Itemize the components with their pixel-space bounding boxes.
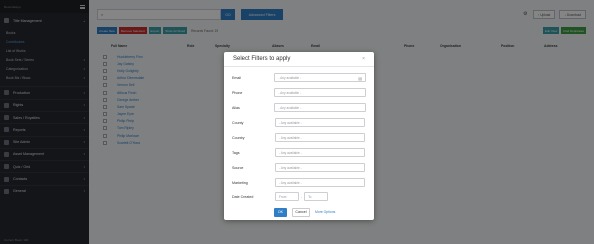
filter-row-county: County - Any available -	[232, 118, 366, 127]
county-filter-select[interactable]: - Any available -	[275, 118, 365, 127]
modal-header: Select Filters to apply ×	[224, 52, 374, 67]
filter-label-source: Source	[232, 165, 244, 170]
list-icon: ▤	[358, 76, 362, 81]
source-filter-select[interactable]: - Any available -	[275, 163, 365, 172]
modal-footer: OK Cancel More Options	[224, 206, 374, 218]
filter-label-email: Email	[232, 75, 241, 80]
filter-row-alias: Alias - Any available -	[232, 103, 366, 112]
filter-row-tags: Tags - Any available -	[232, 148, 366, 157]
filter-row-date-created: Date Created From - To	[232, 192, 366, 201]
tags-filter-select[interactable]: - Any available -	[275, 148, 365, 157]
filter-row-marketing: Marketing - Any available -	[232, 178, 366, 187]
date-from-input[interactable]: From	[275, 192, 299, 201]
country-filter-select[interactable]: - Any available -	[275, 133, 365, 142]
filter-row-phone: Phone - Any available -	[232, 88, 366, 97]
filter-label-phone: Phone	[232, 90, 243, 95]
filter-row-country: Country - Any available -	[232, 133, 366, 142]
marketing-filter-select[interactable]: - Any available -	[275, 178, 365, 187]
filter-label-country: Country	[232, 135, 245, 140]
filter-label-marketing: Marketing	[232, 180, 248, 185]
modal-title: Select Filters to apply	[233, 56, 291, 62]
phone-filter-select[interactable]: - Any available -	[274, 88, 366, 97]
alias-filter-select[interactable]: - Any available -	[274, 103, 366, 112]
email-filter-select[interactable]: - Any available - ▤	[274, 73, 366, 82]
date-range-separator: -	[301, 194, 303, 199]
close-icon[interactable]: ×	[362, 56, 365, 62]
date-to-input[interactable]: To	[304, 192, 329, 201]
filter-row-source: Source - Any available -	[232, 163, 366, 172]
filter-label-county: County	[232, 120, 244, 125]
ok-button[interactable]: OK	[274, 207, 287, 217]
filter-label-date-created: Date Created	[232, 194, 254, 199]
filter-label-tags: Tags	[232, 150, 240, 155]
filter-row-email: Email - Any available - ▤	[232, 73, 366, 82]
filter-label-alias: Alias	[232, 105, 240, 110]
filter-modal: Select Filters to apply × Email - Any av…	[224, 52, 374, 220]
more-options-link[interactable]: More Options	[315, 210, 335, 214]
cancel-button[interactable]: Cancel	[292, 207, 310, 217]
